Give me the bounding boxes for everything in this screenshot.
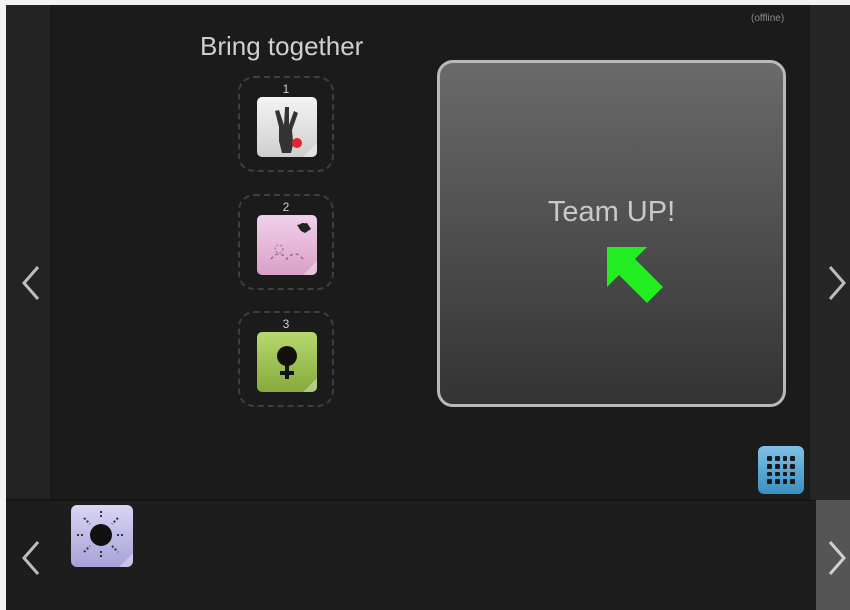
sun-icon — [77, 511, 125, 559]
sun-card[interactable] — [71, 505, 133, 567]
chevron-left-icon[interactable] — [18, 538, 48, 578]
female-symbol-icon — [277, 346, 297, 379]
grid-icon — [767, 456, 795, 484]
page-title: Bring together — [200, 31, 364, 61]
slot-1[interactable]: 1 — [238, 76, 334, 172]
team-up-label: Team UP! — [547, 196, 676, 228]
slot-number: 1 — [282, 82, 290, 96]
slot-number: 3 — [282, 317, 290, 331]
hand-card[interactable] — [257, 97, 317, 157]
female-card[interactable] — [257, 332, 317, 392]
slot-3[interactable]: 3 — [238, 311, 334, 407]
chevron-left-icon[interactable] — [18, 263, 48, 303]
grid-menu-button[interactable] — [758, 446, 804, 494]
right-rail — [810, 5, 850, 500]
chevron-right-icon[interactable] — [822, 263, 850, 303]
app-screen: (offline) Bring together 1 2 3 Team UP! — [6, 5, 816, 610]
arrow-up-left-icon — [607, 247, 663, 303]
team-up-button[interactable]: Team UP! — [437, 60, 786, 407]
hand-gesture-icon — [275, 107, 302, 153]
slot-number: 2 — [282, 200, 290, 214]
shelf-divider — [6, 499, 816, 501]
connection-status: (offline) — [751, 13, 785, 24]
slot-2[interactable]: 2 — [238, 194, 334, 290]
animal-icon — [270, 223, 311, 261]
chevron-right-icon[interactable] — [822, 538, 850, 578]
animal-card[interactable] — [257, 215, 317, 275]
